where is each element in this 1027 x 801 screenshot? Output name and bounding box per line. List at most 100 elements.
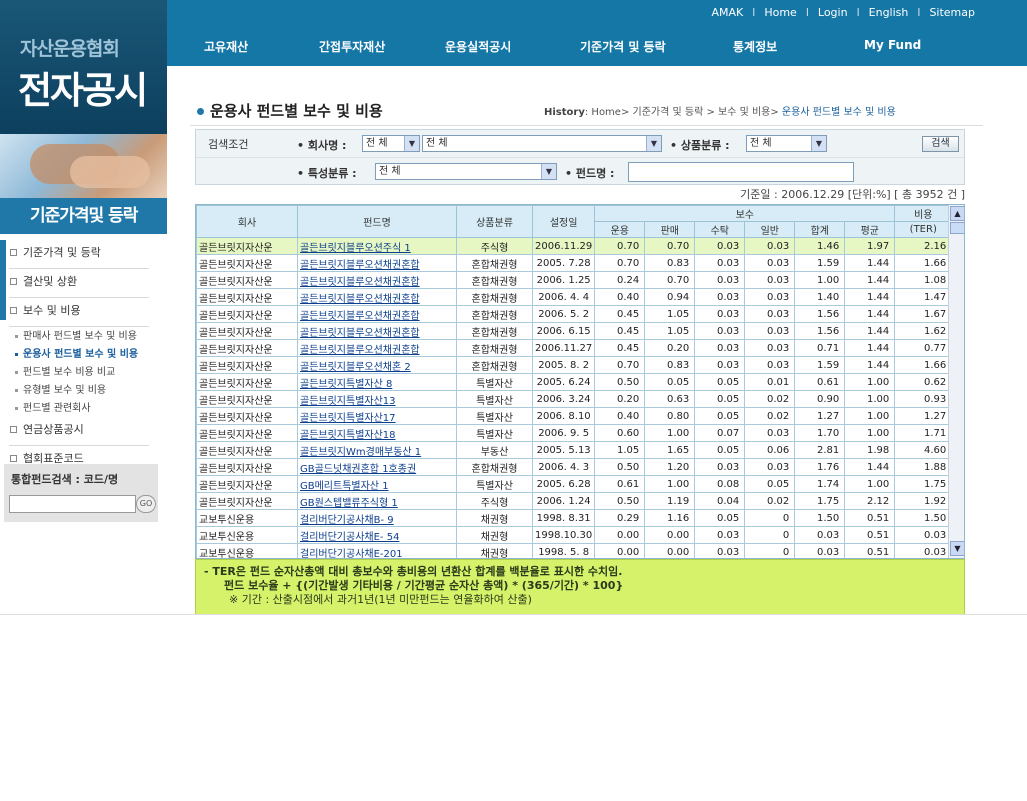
sidebar-item[interactable]: 보수 및 비용 [9, 302, 149, 327]
sidebar-subitem[interactable]: 유형별 보수 및 비용 [9, 382, 149, 400]
vertical-scrollbar[interactable]: ▲ ▼ [948, 205, 964, 558]
table-row: 골든브릿지자산운 GB원스텝밸류주식형 1 주식형 2006. 1.24 0.50 1.1… [196, 492, 953, 510]
header-ter: (TER) [894, 221, 953, 238]
cell-fee-sales: 1.65 [644, 441, 696, 459]
handshake-banner-image [0, 134, 167, 198]
cell-fund-name[interactable]: 걸리버단기공사채B- 9 [297, 509, 457, 527]
cell-company: 교보투신운용 [196, 543, 298, 558]
breadcrumb-path[interactable]: Home> 기준가격 및 등락 > 보수 및 비용> [591, 107, 782, 118]
nav-item-5[interactable]: 통계정보 [733, 38, 777, 55]
note-line2: 펀드 보수율 + {(기간발생 기타비용 / 기간평균 순자산 총액) * (3… [224, 579, 624, 592]
toplink-english[interactable]: English [869, 6, 909, 19]
cell-product: 혼합채권형 [456, 356, 533, 374]
toplink-sitemap[interactable]: Sitemap [929, 6, 975, 19]
breadcrumb-current[interactable]: 운용사 펀드별 보수 및 비용 [782, 107, 896, 118]
cell-fee-avg: 2.12 [844, 492, 896, 510]
sidebar-subitem[interactable]: 운용사 펀드별 보수 및 비용 [9, 346, 149, 364]
cell-fee-admin: 0 [744, 526, 796, 544]
link-separator: l [752, 6, 756, 19]
toplink-home[interactable]: Home [764, 6, 796, 19]
cell-date: 1998. 5. 8 [531, 543, 596, 558]
cell-fund-name[interactable]: 골든브릿지블루오션채권혼합 [297, 288, 457, 306]
feature-select[interactable]: 전 체 ▼ [375, 163, 557, 180]
cell-fee-total: 1.46 [794, 237, 846, 255]
cell-date: 1998.10.30 [531, 526, 596, 544]
cell-fund-name[interactable]: 골든브릿지블루오션채권혼합 [297, 339, 457, 357]
cell-date: 2005. 6.28 [531, 475, 596, 493]
cell-fee-mgmt: 0.45 [594, 305, 646, 323]
cell-date: 2006. 1.25 [531, 271, 596, 289]
scroll-up-icon[interactable]: ▲ [950, 206, 964, 221]
cell-fund-name[interactable]: 골든브릿지블루오션채권혼합 [297, 305, 457, 323]
sidebar-subitem[interactable]: 판매사 펀드별 보수 및 비용 [9, 328, 149, 346]
cell-fund-name[interactable]: 골든브릿지특별자산 8 [297, 373, 457, 391]
cell-fee-avg: 1.44 [844, 254, 896, 272]
cell-company: 골든브릿지자산운 [196, 390, 298, 408]
cell-fund-name[interactable]: 골든브릿지블루오션채권혼합 [297, 254, 457, 272]
sidebar-item[interactable]: 기준가격 및 등락 [9, 244, 149, 269]
header-fund: 펀드명 [297, 205, 457, 238]
sidebar-item[interactable]: 연금상품공시 [9, 421, 149, 446]
scroll-down-icon[interactable]: ▼ [950, 541, 964, 556]
fund-name-input[interactable] [628, 162, 854, 182]
sidebar-accent-bar [0, 240, 6, 320]
table-row: 골든브릿지자산운 GB골드넛채권혼합 1호종권 혼합채권형 2006. 4. 3 0.5… [196, 458, 953, 476]
cell-fee-admin: 0.03 [744, 424, 796, 442]
go-button[interactable]: GO [136, 495, 156, 513]
cell-fund-name[interactable]: 골든브릿지Wm경매부동산 1 [297, 441, 457, 459]
cell-fund-name[interactable]: 골든브릿지특별자산17 [297, 407, 457, 425]
cell-fee-sales: 1.19 [644, 492, 696, 510]
cell-fee-admin: 0.03 [744, 339, 796, 357]
sidebar-item[interactable]: 결산및 상환 [9, 273, 149, 298]
cell-fee-total: 1.27 [794, 407, 846, 425]
cell-fund-name[interactable]: 골든브릿지블루오션주식 1 [297, 237, 457, 255]
chevron-down-icon: ▼ [404, 136, 419, 151]
cell-fund-name[interactable]: 골든브릿지블루오션채혼 2 [297, 356, 457, 374]
toplink-amak[interactable]: AMAK [712, 6, 744, 19]
company-select-2[interactable]: 전 체 ▼ [422, 135, 662, 152]
cell-fund-name[interactable]: 골든브릿지블루오션채권혼합 [297, 322, 457, 340]
cell-fee-total: 1.56 [794, 305, 846, 323]
ter-note: - TER은 펀드 순자산총액 대비 총보수와 총비용의 년환산 합계를 백분율… [195, 559, 965, 615]
cell-fee-trust: 0.03 [694, 339, 746, 357]
cell-company: 교보투신운용 [196, 526, 298, 544]
site-logo[interactable]: 자산운용협회 전자공시 [0, 0, 167, 134]
nav-item-1[interactable]: 고유재산 [204, 38, 248, 55]
product-select[interactable]: 전 체 ▼ [746, 135, 827, 152]
table-row: 골든브릿지자산운 골든브릿지블루오션채권혼합 혼합채권형 2006.11.27 0.45… [196, 339, 953, 357]
cell-fund-name[interactable]: 골든브릿지특별자산13 [297, 390, 457, 408]
fund-search-input[interactable] [9, 495, 136, 513]
sidebar-subitem[interactable]: 펀드별 관련회사 [9, 400, 149, 418]
utility-links: AMAK l Home l Login l English l Sitemap [712, 6, 975, 19]
cell-fee-trust: 0.05 [694, 390, 746, 408]
cell-fund-name[interactable]: 걸리버단기공사채E- 54 [297, 526, 457, 544]
nav-item-2[interactable]: 간접투자재산 [319, 38, 385, 55]
cell-fee-avg: 1.44 [844, 288, 896, 306]
toplink-login[interactable]: Login [818, 6, 848, 19]
cell-company: 골든브릿지자산운 [196, 237, 298, 255]
cell-fund-name[interactable]: GB골드넛채권혼합 1호종권 [297, 458, 457, 476]
cell-product: 채권형 [456, 526, 533, 544]
cell-fund-name[interactable]: 골든브릿지블루오션채권혼합 [297, 271, 457, 289]
cell-fund-name[interactable]: 골든브릿지특별자산18 [297, 424, 457, 442]
cell-fund-name[interactable]: GB원스텝밸류주식형 1 [297, 492, 457, 510]
fee-table-body: 골든브릿지자산운 골든브릿지블루오션주식 1 주식형 2006.11.29 0.70 0.… [196, 237, 953, 558]
chevron-down-icon: ▼ [646, 136, 661, 151]
search-button[interactable]: 검색 [922, 136, 959, 152]
cell-fee-sales: 1.16 [644, 509, 696, 527]
cell-fund-name[interactable]: 걸리버단기공사채E-201 [297, 543, 457, 558]
header-product: 상품분류 [456, 205, 533, 238]
sidebar-subitem[interactable]: 펀드별 보수 비용 비교 [9, 364, 149, 382]
cell-product: 혼합채권형 [456, 322, 533, 340]
company-select-1[interactable]: 전 체 ▼ [362, 135, 420, 152]
table-row: 교보투신운용 걸리버단기공사채E- 54 채권형 1998.10.30 0.00 0.00… [196, 526, 953, 544]
nav-item-6[interactable]: My Fund [864, 38, 921, 52]
scroll-thumb[interactable] [950, 222, 964, 234]
table-row: 골든브릿지자산운 골든브릿지특별자산13 특별자산 2006. 3.24 0.20 0.6… [196, 390, 953, 408]
cell-ter: 0.03 [894, 543, 953, 558]
cell-company: 골든브릿지자산운 [196, 424, 298, 442]
cell-fee-total: 1.59 [794, 254, 846, 272]
nav-item-4[interactable]: 기준가격 및 등락 [580, 38, 666, 55]
nav-item-3[interactable]: 운용실적공시 [445, 38, 511, 55]
cell-fund-name[interactable]: GB메리트특별자산 1 [297, 475, 457, 493]
